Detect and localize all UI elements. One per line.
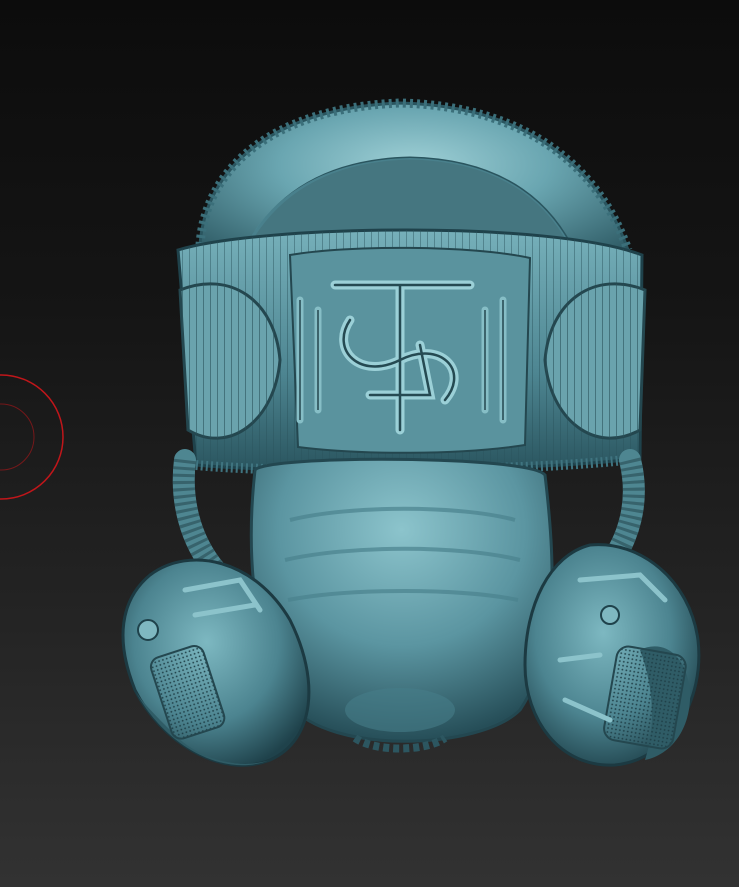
helmet-ornate-band: [176, 228, 647, 476]
brush-circle-icon: [0, 374, 64, 500]
gas-mask-filter-right: [523, 543, 701, 767]
zbrush-viewport[interactable]: [0, 0, 739, 887]
sculpt-model-helmet[interactable]: [0, 0, 739, 887]
